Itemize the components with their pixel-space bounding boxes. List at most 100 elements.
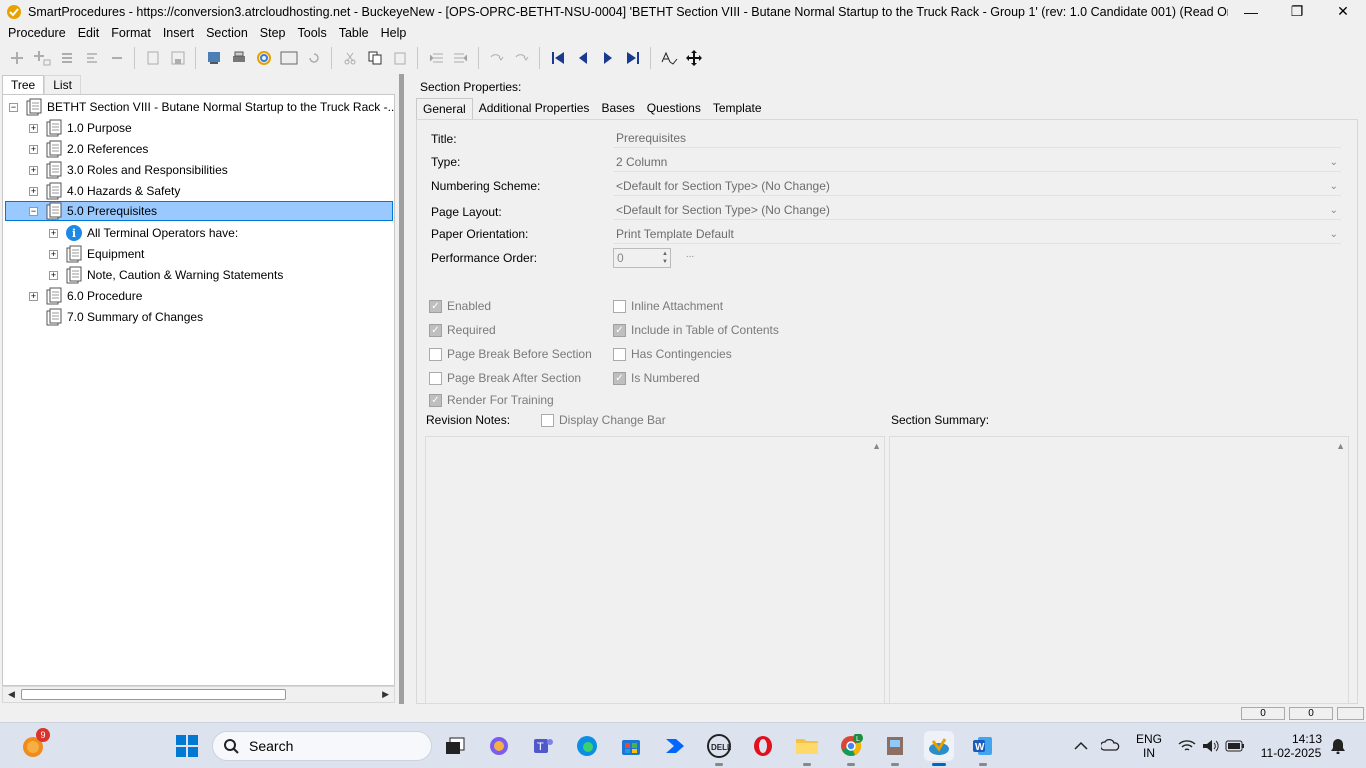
- cycle-icon[interactable]: [252, 47, 275, 69]
- restore-button[interactable]: ❐: [1274, 0, 1320, 23]
- tab-list[interactable]: List: [44, 75, 81, 94]
- window-icon[interactable]: [277, 47, 300, 69]
- tree-item[interactable]: + 1.0 Purpose: [29, 118, 132, 138]
- tree-item[interactable]: + 3.0 Roles and Responsibilities: [29, 160, 228, 180]
- tree-item[interactable]: 7.0 Summary of Changes: [44, 307, 203, 327]
- tree-item[interactable]: + 4.0 Hazards & Safety: [29, 181, 180, 201]
- required-checkbox[interactable]: ✓ Required: [429, 323, 496, 337]
- battery-icon[interactable]: [1220, 731, 1250, 761]
- tree-item[interactable]: + 2.0 References: [29, 139, 148, 159]
- align-icon[interactable]: [80, 47, 103, 69]
- expand-icon[interactable]: +: [49, 228, 58, 238]
- save-all-icon[interactable]: [166, 47, 189, 69]
- language-indicator[interactable]: ENG IN: [1134, 732, 1164, 760]
- chrome-icon[interactable]: L: [836, 731, 866, 766]
- add-child-icon[interactable]: [30, 47, 53, 69]
- tab-questions[interactable]: Questions: [641, 98, 707, 119]
- export-icon[interactable]: [202, 47, 225, 69]
- task-view-icon[interactable]: [440, 731, 470, 761]
- enabled-checkbox[interactable]: ✓ Enabled: [429, 299, 491, 313]
- teams-icon[interactable]: T: [528, 731, 558, 761]
- menu-format[interactable]: Format: [105, 26, 157, 40]
- inline-attachment-checkbox[interactable]: Inline Attachment: [613, 299, 723, 313]
- menu-edit[interactable]: Edit: [72, 26, 106, 40]
- page-layout-select[interactable]: <Default for Section Type> (No Change) ⌄: [613, 201, 1341, 220]
- scroll-up-icon[interactable]: ▲: [872, 441, 881, 451]
- move-icon[interactable]: [682, 47, 705, 69]
- copilot-icon[interactable]: [484, 731, 514, 761]
- tree-horizontal-scrollbar[interactable]: ◀ ▶: [2, 686, 395, 703]
- tree-item[interactable]: + 6.0 Procedure: [29, 286, 142, 306]
- render-for-training-checkbox[interactable]: ✓ Render For Training: [429, 393, 554, 407]
- copy-icon[interactable]: [363, 47, 386, 69]
- expand-icon[interactable]: +: [49, 270, 58, 280]
- next-icon[interactable]: [596, 47, 619, 69]
- tree-root[interactable]: − BETHT Section VIII - Butane Normal Sta…: [9, 97, 394, 117]
- file-explorer-icon[interactable]: [792, 731, 822, 766]
- tab-bases[interactable]: Bases: [595, 98, 640, 119]
- tab-template[interactable]: Template: [707, 98, 768, 119]
- start-icon[interactable]: [172, 731, 202, 761]
- expand-icon[interactable]: +: [29, 144, 38, 154]
- paper-orientation-select[interactable]: Print Template Default ⌄: [613, 225, 1341, 244]
- numbering-scheme-select[interactable]: <Default for Section Type> (No Change) ⌄: [613, 177, 1341, 196]
- close-button[interactable]: ✕: [1320, 0, 1366, 23]
- remove-icon[interactable]: [105, 47, 128, 69]
- scroll-right-icon[interactable]: ▶: [382, 689, 389, 700]
- menu-tools[interactable]: Tools: [292, 26, 333, 40]
- add-icon[interactable]: [5, 47, 28, 69]
- tree-item[interactable]: + Note, Caution & Warning Statements: [49, 265, 283, 285]
- revision-notes-textarea[interactable]: ▲: [425, 436, 885, 704]
- refresh-icon[interactable]: [302, 47, 325, 69]
- include-toc-checkbox[interactable]: ✓ Include in Table of Contents: [613, 323, 779, 337]
- print-icon[interactable]: [227, 47, 250, 69]
- list-icon[interactable]: [55, 47, 78, 69]
- section-summary-textarea[interactable]: ▲: [889, 436, 1349, 704]
- paste-icon[interactable]: [388, 47, 411, 69]
- tab-additional-properties[interactable]: Additional Properties: [473, 98, 596, 119]
- tree-item-selected[interactable]: − 5.0 Prerequisites: [5, 201, 393, 221]
- outdent-icon[interactable]: [424, 47, 447, 69]
- expand-icon[interactable]: +: [29, 291, 38, 301]
- tree-item[interactable]: + i All Terminal Operators have:: [49, 223, 238, 243]
- page-break-after-checkbox[interactable]: Page Break After Section: [429, 371, 581, 385]
- panel-splitter[interactable]: [399, 74, 404, 704]
- menu-step[interactable]: Step: [254, 26, 292, 40]
- taskbar-search[interactable]: Search: [212, 731, 432, 761]
- menu-help[interactable]: Help: [375, 26, 413, 40]
- dell-icon[interactable]: DELL: [704, 731, 734, 766]
- performance-order-spinner[interactable]: 0 ▲ ▼: [613, 248, 671, 268]
- widgets-icon[interactable]: 9: [18, 728, 50, 761]
- tab-general[interactable]: General: [416, 98, 473, 119]
- display-change-bar-checkbox[interactable]: Display Change Bar: [541, 413, 666, 427]
- spellcheck-icon[interactable]: [657, 47, 680, 69]
- expand-icon[interactable]: +: [29, 123, 38, 133]
- edge-icon[interactable]: [572, 731, 602, 761]
- redo-icon[interactable]: [510, 47, 533, 69]
- tab-tree[interactable]: Tree: [2, 75, 45, 94]
- scroll-left-icon[interactable]: ◀: [8, 689, 15, 700]
- first-icon[interactable]: [546, 47, 569, 69]
- has-contingencies-checkbox[interactable]: Has Contingencies: [613, 347, 732, 361]
- minimize-button[interactable]: —: [1228, 0, 1274, 23]
- type-select[interactable]: 2 Column ⌄: [613, 153, 1341, 172]
- smartprocedures-taskbar-icon[interactable]: [924, 731, 954, 766]
- spinner-arrows-icon[interactable]: ▲ ▼: [662, 250, 668, 266]
- title-field[interactable]: Prerequisites: [613, 129, 1341, 148]
- cut-icon[interactable]: [338, 47, 361, 69]
- menu-table[interactable]: Table: [333, 26, 375, 40]
- performance-order-browse-button[interactable]: ...: [681, 249, 699, 267]
- expand-icon[interactable]: +: [49, 249, 58, 259]
- menu-section[interactable]: Section: [200, 26, 254, 40]
- store-icon[interactable]: [616, 731, 646, 761]
- opera-icon[interactable]: [748, 731, 778, 761]
- is-numbered-checkbox[interactable]: ✓ Is Numbered: [613, 371, 700, 385]
- tree-item[interactable]: + Equipment: [49, 244, 144, 264]
- word-icon[interactable]: W: [968, 731, 998, 766]
- scroll-up-icon[interactable]: ▲: [1336, 441, 1345, 451]
- last-icon[interactable]: [621, 47, 644, 69]
- save-icon[interactable]: [141, 47, 164, 69]
- notification-icon[interactable]: [1328, 731, 1348, 761]
- previous-icon[interactable]: [571, 47, 594, 69]
- collapse-icon[interactable]: −: [29, 206, 38, 216]
